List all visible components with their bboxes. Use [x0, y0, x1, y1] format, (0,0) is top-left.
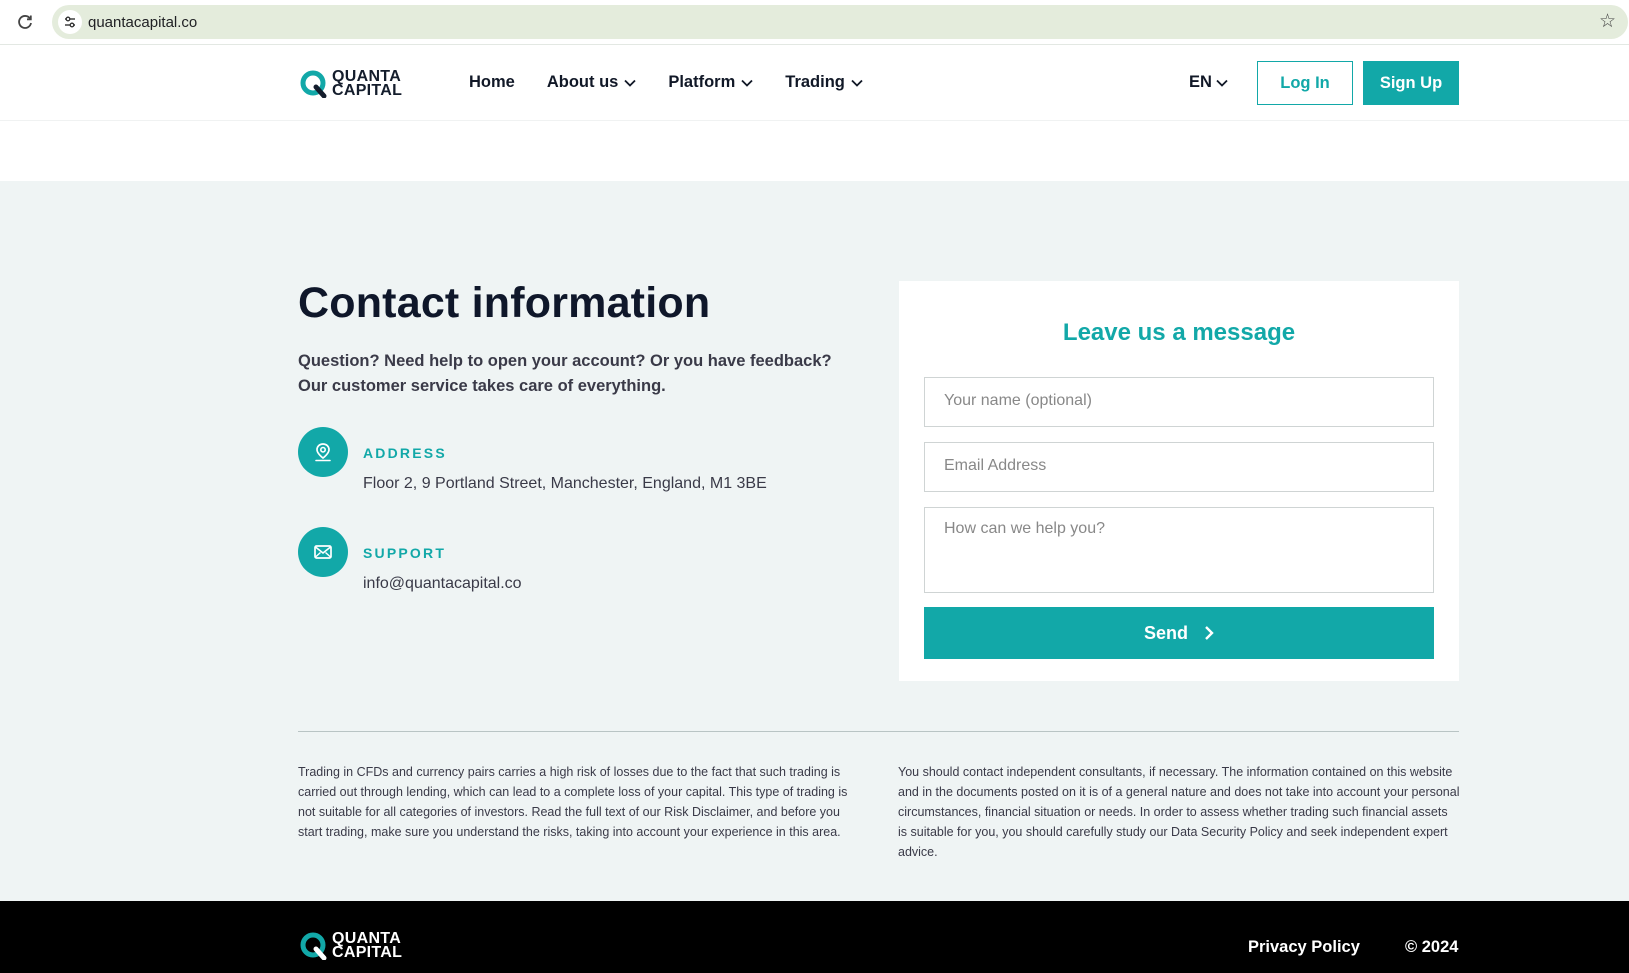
address-bar[interactable]: quantacapital.co ☆ [52, 5, 1628, 39]
send-label: Send [1143, 622, 1188, 643]
nav-item-trading[interactable]: Trading [785, 73, 863, 92]
nav-item-label: Home [469, 73, 515, 91]
site-footer: QUANTA CAPITAL Privacy Policy © 2024 [0, 901, 1629, 973]
contact-intro: Question? Need help to open your account… [298, 352, 832, 395]
page-title: Contact information [298, 279, 711, 327]
address-label: ADDRESS [363, 445, 447, 461]
login-button[interactable]: Log In [1257, 61, 1353, 105]
nav-item-platform[interactable]: Platform [668, 73, 753, 92]
chevron-down-icon [624, 79, 636, 87]
logo-line-2: CAPITAL [332, 944, 403, 961]
language-selector[interactable]: EN [1189, 73, 1228, 92]
chevron-down-icon [851, 79, 863, 87]
footer-logo[interactable]: QUANTA CAPITAL [300, 931, 402, 961]
send-button[interactable]: Send [924, 607, 1434, 659]
nav-item-about-us[interactable]: About us [547, 73, 637, 92]
chevron-down-icon [1216, 79, 1228, 87]
support-label: SUPPORT [363, 545, 447, 561]
address-value: Floor 2, 9 Portland Street, Manchester, … [363, 475, 767, 492]
url-text[interactable]: quantacapital.co [88, 14, 197, 31]
location-pin-icon [298, 427, 348, 477]
main-nav: Home About us Platform Trading [469, 73, 895, 92]
reload-icon[interactable] [14, 11, 36, 33]
advice-disclaimer-text: You should contact independent consultan… [898, 765, 1460, 859]
message-textarea[interactable]: How can we help you? [924, 507, 1434, 593]
logo-line-2: CAPITAL [332, 82, 403, 99]
signup-button[interactable]: Sign Up [1363, 61, 1459, 105]
divider [298, 731, 1459, 732]
form-title: Leave us a message [1062, 319, 1296, 346]
site-info-icon[interactable] [58, 10, 82, 34]
chevron-down-icon [741, 79, 753, 87]
chevron-right-icon [1204, 625, 1214, 641]
name-input[interactable]: Your name (optional) [924, 377, 1434, 427]
logo-mark-icon [300, 932, 328, 961]
address-block: ADDRESS Floor 2, 9 Portland Street, Manc… [298, 427, 767, 492]
copyright-text: © 2024 [1405, 938, 1459, 956]
nav-item-label: Trading [785, 73, 845, 91]
email-input[interactable]: Email Address [924, 442, 1434, 492]
logo-text: QUANTA CAPITAL [332, 69, 403, 99]
nav-item-label: Platform [668, 73, 736, 91]
nav-item-home[interactable]: Home [469, 73, 515, 92]
contact-form: Leave us a message Your name (optional) … [899, 281, 1459, 681]
logo-text: QUANTA CAPITAL [332, 931, 403, 961]
envelope-icon [298, 527, 348, 577]
logo[interactable]: QUANTA CAPITAL [300, 69, 402, 99]
risk-disclaimer-text: Trading in CFDs and currency pairs carri… [298, 765, 848, 839]
support-block: SUPPORT info@quantacapital.co [298, 527, 522, 592]
browser-toolbar: quantacapital.co ☆ [0, 0, 1629, 45]
language-label: EN [1189, 73, 1212, 91]
logo-mark-icon [300, 70, 328, 99]
site-header: QUANTA CAPITAL Home About us Platform Tr… [0, 45, 1629, 121]
nav-item-label: About us [546, 73, 619, 91]
bookmark-star-icon[interactable]: ☆ [1599, 11, 1616, 33]
privacy-policy-link[interactable]: Privacy Policy [1248, 938, 1360, 957]
support-email[interactable]: info@quantacapital.co [363, 575, 522, 593]
